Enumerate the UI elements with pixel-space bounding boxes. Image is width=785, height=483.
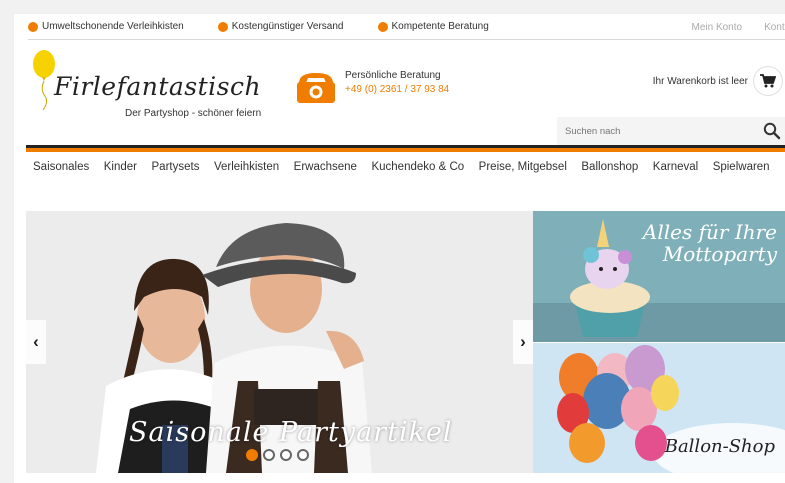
teaser-title-line: Alles für Ihre	[642, 220, 777, 244]
contact-link[interactable]: Kontakt	[764, 22, 785, 33]
nav-item-karneval[interactable]: Karneval	[653, 161, 698, 173]
nav-item-partysets[interactable]: Partysets	[152, 161, 200, 173]
my-account-link[interactable]: Mein Konto	[691, 22, 742, 33]
usp-bar: Umweltschonende Verleihkisten Kostengüns…	[28, 14, 785, 40]
meta-links: Mein Konto Kontakt	[669, 14, 785, 40]
cart-status: Ihr Warenkorb ist leer	[652, 75, 748, 87]
brand-tagline: Der Partyshop - schöner feiern	[125, 108, 262, 119]
teaser-ballon-shop[interactable]: Ballon-Shop	[533, 343, 785, 473]
teaser-mottoparty[interactable]: Alles für Ihre Mottoparty	[533, 211, 785, 342]
hero-slider[interactable]: Saisonale Partyartikel ‹ ›	[26, 211, 533, 473]
slider-dot[interactable]	[246, 449, 258, 461]
teaser-title-line: Mottoparty	[662, 242, 777, 266]
nav-item-kuchendeko[interactable]: Kuchendeko & Co	[371, 161, 464, 173]
cart-icon	[760, 74, 776, 88]
nav-item-erwachsene[interactable]: Erwachsene	[294, 161, 357, 173]
logo[interactable]: Firlefantastisch Der Partyshop - schöner…	[32, 50, 272, 130]
slider-prev-button[interactable]: ‹	[26, 320, 46, 364]
nav-item-saisonales[interactable]: Saisonales	[33, 161, 89, 173]
nav-item-spielwaren[interactable]: Spielwaren	[713, 161, 770, 173]
usp-item: Kompetente Beratung	[377, 21, 489, 32]
teaser-title: Ballon-Shop	[664, 436, 775, 457]
search-input[interactable]	[557, 125, 747, 137]
teaser-title: Alles für Ihre Mottoparty	[643, 221, 777, 265]
search-bar	[557, 117, 785, 145]
usp-label: Umweltschonende Verleihkisten	[42, 21, 184, 32]
slider-pagination	[246, 449, 314, 461]
cart-button[interactable]	[753, 66, 783, 96]
slider-next-button[interactable]: ›	[513, 320, 533, 364]
phone-number[interactable]: +49 (0) 2361 / 37 93 84	[345, 84, 449, 95]
usp-item: Kostengünstiger Versand	[217, 21, 344, 32]
orange-dot-icon	[217, 21, 228, 32]
nav-item-kinder[interactable]: Kinder	[104, 161, 137, 173]
page: Umweltschonende Verleihkisten Kostengüns…	[14, 14, 785, 483]
cart[interactable]: Ihr Warenkorb ist leer	[653, 66, 783, 96]
slider-dot[interactable]	[297, 449, 309, 461]
nav-item-preise[interactable]: Preise, Mitgebsel	[479, 161, 567, 173]
header-accent-bar	[26, 148, 785, 152]
usp-item: Umweltschonende Verleihkisten	[28, 21, 184, 32]
orange-dot-icon	[377, 21, 388, 32]
consultation-label: Persönliche Beratung	[345, 70, 441, 81]
brand-name: Firlefantastisch	[54, 72, 262, 101]
usp-label: Kostengünstiger Versand	[231, 21, 344, 32]
usp-label: Kompetente Beratung	[391, 21, 489, 32]
nav-item-verleihkisten[interactable]: Verleihkisten	[214, 161, 279, 173]
slide-caption: Saisonale Partyartikel	[129, 417, 453, 448]
orange-dot-icon	[28, 21, 38, 32]
search-icon[interactable]	[763, 122, 781, 140]
nav-item-ballonshop[interactable]: Ballonshop	[581, 161, 638, 173]
main-nav: Saisonales Kinder Partysets Verleihkiste…	[33, 158, 784, 176]
contact-info: Persönliche Beratung +49 (0) 2361 / 37 9…	[295, 70, 449, 104]
slider-dot[interactable]	[280, 449, 292, 461]
telephone-icon	[297, 73, 335, 103]
slider-dot[interactable]	[263, 449, 275, 461]
